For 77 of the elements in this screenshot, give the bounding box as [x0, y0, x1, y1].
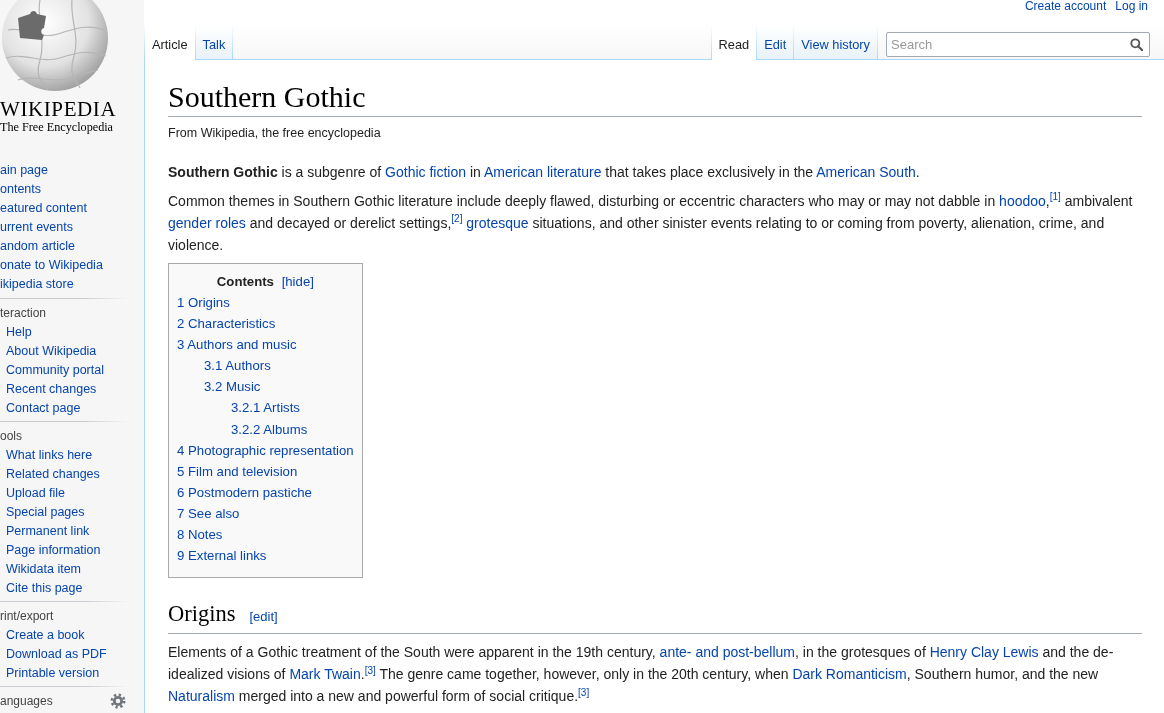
article-link[interactable]: American literature	[483, 164, 602, 180]
paragraph: Southern Gothic is a subgenre of Gothic fiction in American literature that takes place exclusively in the American South.	[168, 163, 921, 182]
sidebar-link[interactable]: andom article	[0, 237, 76, 256]
sidebar-link[interactable]: Contact page	[6, 399, 81, 418]
article-link[interactable]: Henry Clay Lewis	[929, 644, 1039, 661]
page-title: Southern Gothic	[168, 80, 366, 113]
sidebar-link[interactable]: Printable version	[6, 664, 100, 683]
article-link[interactable]: ante- and post-bellum	[659, 644, 795, 661]
logo-tagline: The Free Encyclopedia	[0, 120, 114, 134]
toc-link[interactable]: 1 Origins	[177, 295, 230, 310]
toc-link[interactable]: 4 Photographic representation	[177, 442, 354, 458]
paragraph: Elements of a Gothic treatment of the South were apparent in the 19th century, ante- and post-bellum, in the grotesques of Henry Clay Lewis and the de-idealized visions of Mark Twain.$^{[3]}$ The genre came together, however, only in the 20th century, when Dark Romanticism, Southern humor, and the new Naturalism merged into a new and powerful form of social critique.$^{[3]}$	[168, 643, 1115, 707]
article-link[interactable]: Mark Twain	[289, 666, 361, 683]
article-link[interactable]: Gothic fiction	[385, 164, 466, 180]
sidebar-link[interactable]: Recent changes	[6, 380, 97, 399]
tab[interactable]: Read	[710, 25, 757, 60]
tab[interactable]: Edit	[756, 25, 794, 60]
tab[interactable]: Talk	[194, 25, 233, 60]
article-link[interactable]: Dark Romanticism	[792, 666, 907, 683]
article-link[interactable]: Naturalism	[168, 688, 235, 705]
puzzle-globe-icon[interactable]	[0, 0, 110, 92]
settings-icon[interactable]	[110, 693, 126, 709]
reference-link[interactable]: [1]	[1049, 191, 1061, 203]
edit-link[interactable]: [edit]	[249, 609, 278, 625]
toc-link[interactable]: 3.2 Music	[204, 379, 261, 395]
toc-link[interactable]: 5 Film and television	[177, 463, 298, 479]
header-link[interactable]: Log in	[1115, 0, 1148, 13]
article-link[interactable]: grotesque	[466, 215, 529, 231]
sidebar-link[interactable]: Create a book	[6, 626, 85, 645]
sidebar-link[interactable]: ontents	[0, 180, 41, 199]
reference-link[interactable]: [3]	[364, 664, 376, 676]
page-tagline: From Wikipedia, the free encyclopedia	[168, 125, 381, 141]
sidebar-link[interactable]: Page information	[6, 541, 101, 560]
toc-link[interactable]: 6 Postmodern pastiche	[177, 484, 312, 500]
toc-link[interactable]: 7 See also	[177, 505, 240, 521]
sidebar-link[interactable]: Community portal	[6, 361, 104, 380]
search-field[interactable]: Search	[886, 32, 1150, 57]
article-link[interactable]: gender roles	[168, 215, 246, 231]
toc-link[interactable]: 2 Characteristics	[177, 316, 276, 332]
sidebar-link[interactable]: Special pages	[6, 503, 85, 522]
toc-toggle-link[interactable]: [hide]	[281, 274, 314, 289]
sidebar-heading: teraction	[0, 305, 47, 322]
sidebar-heading: anguages	[0, 693, 53, 710]
sidebar-heading: rint/export	[0, 608, 54, 625]
sidebar-link[interactable]: Help	[6, 323, 32, 342]
toc-link[interactable]: 8 Notes	[177, 527, 223, 543]
sidebar-link[interactable]: Download as PDF	[6, 645, 107, 664]
sidebar-link[interactable]: onate to Wikipedia	[0, 256, 103, 275]
sidebar-link[interactable]: Wikidata item	[6, 560, 82, 579]
sidebar-link[interactable]: urrent events	[0, 218, 73, 237]
reference-link[interactable]: [2]	[451, 213, 463, 225]
toc-link[interactable]: 3.1 Authors	[204, 358, 271, 374]
reference-link[interactable]: [3]	[578, 686, 590, 698]
tab[interactable]: View history	[793, 25, 877, 60]
article-link[interactable]: hoodoo	[999, 193, 1046, 209]
sidebar-link[interactable]: What links here	[6, 446, 93, 465]
sidebar-link[interactable]: ain page	[0, 161, 48, 180]
section-heading: Origins	[168, 601, 236, 627]
sidebar-link[interactable]: Cite this page	[6, 579, 83, 598]
sidebar-link[interactable]: eatured content	[0, 199, 87, 218]
paragraph: Common themes in Southern Gothic literature include deeply flawed, disturbing or eccentric characters who may or may not dabble in hoodoo,$^{[1]}$ ambivalent gender roles and decayed or derelict settings,$^{[2]}$ grotesque situations, and other sinister events relating to or coming from poverty, alienation, crime, and violence.	[168, 190, 1134, 255]
header-link[interactable]: Create account	[1024, 0, 1107, 13]
toc-link[interactable]: 9 External links	[177, 548, 267, 564]
sidebar-link[interactable]: Permanent link	[6, 522, 90, 541]
logo-wordmark: WIKIPEDIA	[0, 98, 117, 120]
toc-link[interactable]: 3 Authors and music	[177, 337, 297, 353]
sidebar-heading: ools	[0, 428, 22, 445]
tab[interactable]: Article	[144, 25, 195, 60]
sidebar-link[interactable]: ikipedia store	[0, 275, 74, 294]
search-icon[interactable]	[1130, 38, 1143, 51]
sidebar-link[interactable]: Related changes	[6, 465, 100, 484]
article-link[interactable]: American South	[816, 164, 916, 180]
toc-title: Contents	[216, 274, 274, 289]
toc-link[interactable]: 3.2.2 Albums	[231, 421, 308, 437]
sidebar-link[interactable]: About Wikipedia	[6, 342, 97, 361]
toc-link[interactable]: 3.2.1 Artists	[231, 400, 300, 416]
sidebar-link[interactable]: Upload file	[6, 484, 66, 503]
